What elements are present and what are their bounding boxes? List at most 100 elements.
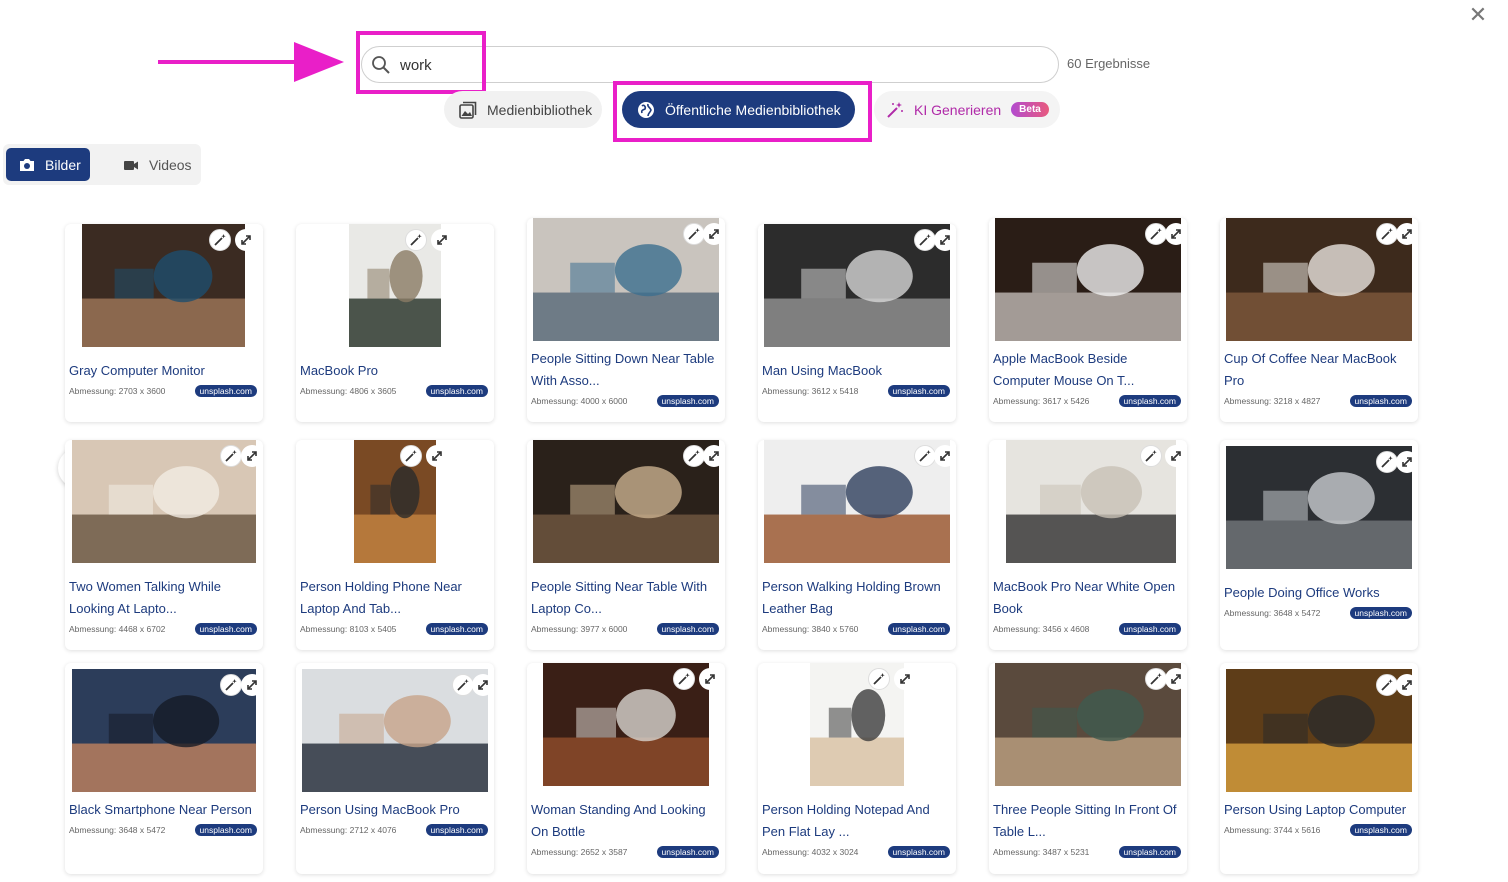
image-card[interactable]: MacBook Pro Near White Open Book Abmessun… xyxy=(989,440,1187,650)
expand-icon[interactable] xyxy=(1165,668,1187,690)
ai-edit-icon[interactable] xyxy=(220,674,242,696)
image-card[interactable]: MacBook Pro Abmessung: 4806 x 3605 unsplas… xyxy=(296,224,494,422)
ai-edit-icon[interactable] xyxy=(1145,668,1167,690)
ai-edit-icon[interactable] xyxy=(683,223,705,245)
image-card[interactable]: Cup Of Coffee Near MacBook Pro Abmessung:… xyxy=(1220,218,1418,422)
expand-icon[interactable] xyxy=(1396,451,1418,473)
image-title[interactable]: Woman Standing And Looking On Bottle xyxy=(531,799,721,843)
image-title[interactable]: People Doing Office Works xyxy=(1224,582,1414,604)
image-title[interactable]: People Sitting Near Table With Laptop Co… xyxy=(531,576,721,620)
image-card[interactable]: Person Holding Notepad And Pen Flat Lay … xyxy=(758,663,956,874)
source-badge: unsplash.com xyxy=(425,385,488,397)
image-stack-icon xyxy=(459,101,477,119)
image-card[interactable]: Black Smartphone Near Person Abmessung: 3… xyxy=(65,663,263,874)
image-dimensions: Abmessung: 3456 x 4608 xyxy=(993,624,1090,634)
expand-icon[interactable] xyxy=(1396,223,1418,245)
expand-icon[interactable] xyxy=(1165,223,1187,245)
expand-icon[interactable] xyxy=(431,229,453,251)
ai-edit-icon[interactable] xyxy=(400,445,422,467)
image-title[interactable]: Person Holding Notepad And Pen Flat Lay … xyxy=(762,799,952,843)
image-title[interactable]: Person Holding Phone Near Laptop And Tab… xyxy=(300,576,490,620)
tab-images[interactable]: Bilder xyxy=(6,148,90,181)
image-card[interactable]: Woman Standing And Looking On Bottle Abme… xyxy=(527,663,725,874)
image-title[interactable]: Man Using MacBook xyxy=(762,360,952,382)
thumbnail-image[interactable] xyxy=(349,224,441,347)
ai-edit-icon[interactable] xyxy=(405,229,427,251)
tab-media-library[interactable]: Medienbibliothek xyxy=(444,91,602,128)
ai-edit-icon[interactable] xyxy=(673,668,695,690)
ai-edit-icon[interactable] xyxy=(1376,451,1398,473)
image-card[interactable]: Three People Sitting In Front Of Table L… xyxy=(989,663,1187,874)
expand-icon[interactable] xyxy=(472,674,494,696)
image-card[interactable]: People Sitting Down Near Table With Asso… xyxy=(527,218,725,422)
source-badge: unsplash.com xyxy=(1118,623,1181,635)
image-card[interactable]: People Sitting Near Table With Laptop Co… xyxy=(527,440,725,650)
tab-ai-generate[interactable]: KI Generieren Beta xyxy=(874,91,1060,128)
image-dimensions: Abmessung: 2703 x 3600 xyxy=(69,386,166,396)
expand-icon[interactable] xyxy=(699,668,721,690)
image-dimensions: Abmessung: 3218 x 4827 xyxy=(1224,396,1321,406)
source-badge: unsplash.com xyxy=(1349,395,1412,407)
expand-icon[interactable] xyxy=(703,223,725,245)
image-card[interactable]: Person Walking Holding Brown Leather Bag… xyxy=(758,440,956,650)
close-icon[interactable]: ✕ xyxy=(1466,4,1490,28)
source-badge: unsplash.com xyxy=(656,846,719,858)
source-badge: unsplash.com xyxy=(194,824,257,836)
tab-ai-generate-label: KI Generieren xyxy=(914,101,1002,118)
image-title[interactable]: Cup Of Coffee Near MacBook Pro xyxy=(1224,348,1414,392)
ai-edit-icon[interactable] xyxy=(209,229,231,251)
image-card[interactable]: Person Using Laptop Computer Abmessung: 3… xyxy=(1220,663,1418,874)
public-tab-highlight-box xyxy=(613,81,872,142)
ai-edit-icon[interactable] xyxy=(1376,223,1398,245)
image-card[interactable]: Person Using MacBook Pro Abmessung: 2712 … xyxy=(296,663,494,874)
ai-edit-icon[interactable] xyxy=(452,674,474,696)
ai-edit-icon[interactable] xyxy=(220,445,242,467)
image-card[interactable]: Apple MacBook Beside Computer Mouse On T… xyxy=(989,218,1187,422)
thumbnail-image[interactable] xyxy=(354,440,436,563)
ai-edit-icon[interactable] xyxy=(1145,223,1167,245)
annotation-arrow xyxy=(158,42,344,82)
tab-media-library-label: Medienbibliothek xyxy=(487,101,593,118)
expand-icon[interactable] xyxy=(934,445,956,467)
ai-edit-icon[interactable] xyxy=(914,229,936,251)
expand-icon[interactable] xyxy=(703,445,725,467)
image-dimensions: Abmessung: 3648 x 5472 xyxy=(1224,608,1321,618)
image-title[interactable]: Black Smartphone Near Person xyxy=(69,799,259,821)
thumbnail-image[interactable] xyxy=(810,663,904,786)
expand-icon[interactable] xyxy=(426,445,448,467)
image-dimensions: Abmessung: 3840 x 5760 xyxy=(762,624,859,634)
image-card[interactable]: People Doing Office Works Abmessung: 3648… xyxy=(1220,440,1418,650)
image-title[interactable]: People Sitting Down Near Table With Asso… xyxy=(531,348,721,392)
expand-icon[interactable] xyxy=(241,674,263,696)
image-title[interactable]: Person Using MacBook Pro xyxy=(300,799,490,821)
expand-icon[interactable] xyxy=(894,668,916,690)
image-card[interactable]: Person Holding Phone Near Laptop And Tab… xyxy=(296,440,494,650)
ai-edit-icon[interactable] xyxy=(683,445,705,467)
ai-edit-icon[interactable] xyxy=(868,668,890,690)
image-title[interactable]: Three People Sitting In Front Of Table L… xyxy=(993,799,1183,843)
image-dimensions: Abmessung: 4000 x 6000 xyxy=(531,396,628,406)
image-dimensions: Abmessung: 2712 x 4076 xyxy=(300,825,397,835)
media-type-toggle: Bilder Videos xyxy=(3,144,201,185)
image-title[interactable]: Two Women Talking While Looking At Lapto… xyxy=(69,576,259,620)
image-card[interactable]: Two Women Talking While Looking At Lapto… xyxy=(65,440,263,650)
image-title[interactable]: Gray Computer Monitor xyxy=(69,360,259,382)
image-card[interactable]: Gray Computer Monitor Abmessung: 2703 x 3… xyxy=(65,224,263,422)
ai-edit-icon[interactable] xyxy=(1376,674,1398,696)
expand-icon[interactable] xyxy=(1396,674,1418,696)
expand-icon[interactable] xyxy=(1165,445,1187,467)
image-title[interactable]: MacBook Pro xyxy=(300,360,490,382)
expand-icon[interactable] xyxy=(235,229,257,251)
image-title[interactable]: Person Using Laptop Computer xyxy=(1224,799,1414,821)
image-title[interactable]: Apple MacBook Beside Computer Mouse On T… xyxy=(993,348,1183,392)
tab-videos[interactable]: Videos xyxy=(115,148,199,181)
expand-icon[interactable] xyxy=(241,445,263,467)
ai-edit-icon[interactable] xyxy=(914,445,936,467)
expand-icon[interactable] xyxy=(934,229,956,251)
image-card[interactable]: Man Using MacBook Abmessung: 3612 x 5418 u… xyxy=(758,224,956,422)
ai-edit-icon[interactable] xyxy=(1140,445,1162,467)
camera-icon xyxy=(20,158,34,171)
image-title[interactable]: MacBook Pro Near White Open Book xyxy=(993,576,1183,620)
image-title[interactable]: Person Walking Holding Brown Leather Bag xyxy=(762,576,952,620)
search-input[interactable] xyxy=(400,53,1040,77)
